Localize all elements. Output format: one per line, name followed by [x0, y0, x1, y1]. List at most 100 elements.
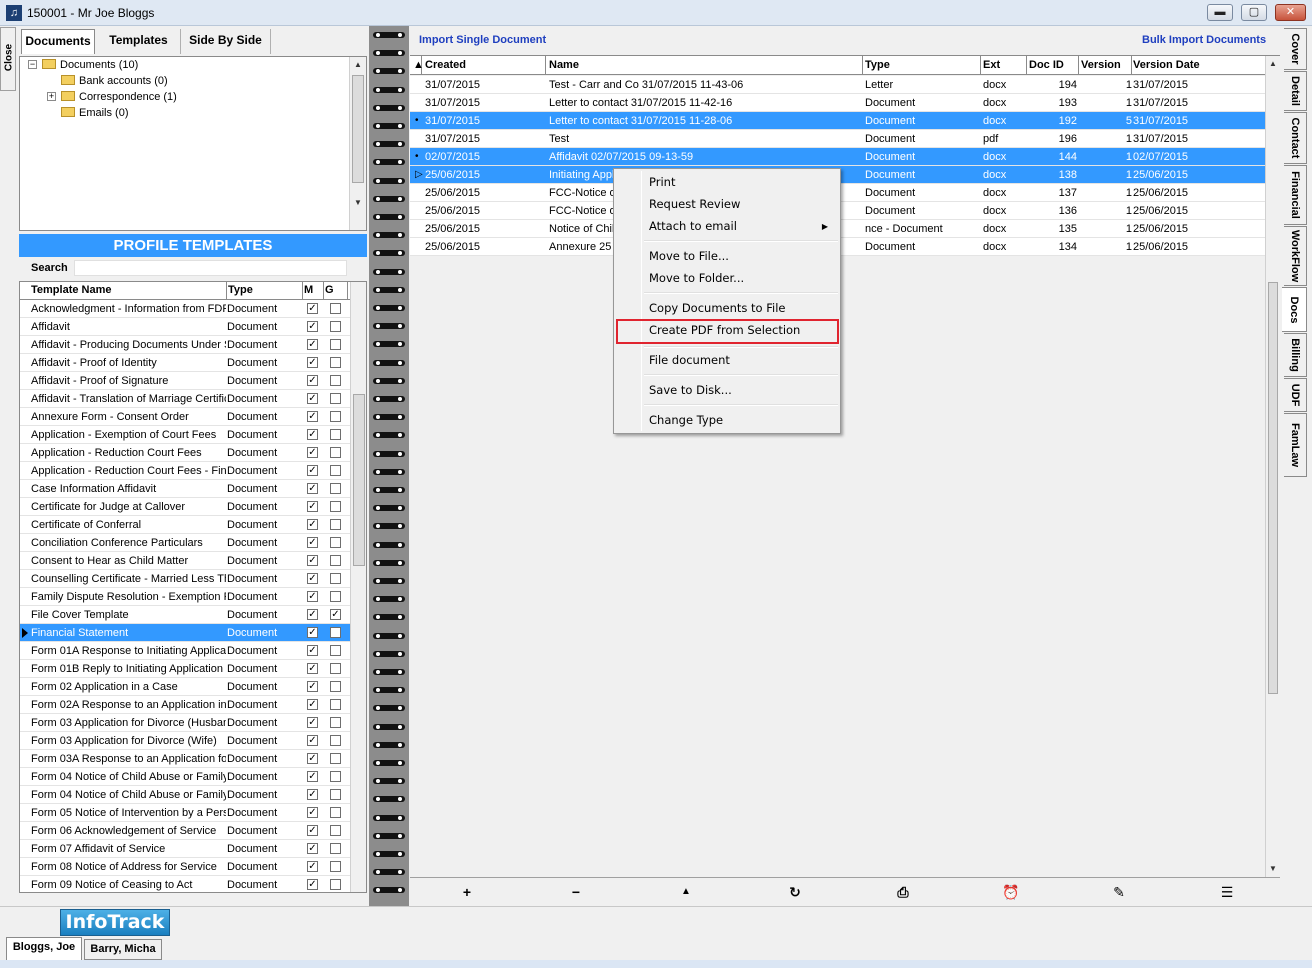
expand-icon[interactable]: + [47, 92, 56, 101]
g-checkbox[interactable] [330, 879, 341, 890]
close-window-button[interactable]: ✕ [1275, 4, 1306, 21]
menu-item-file-document[interactable]: File document [616, 350, 838, 371]
scroll-down-icon[interactable]: ▼ [1266, 861, 1280, 877]
menu-item-move-to-file[interactable]: Move to File... [616, 246, 838, 267]
document-row[interactable]: 31/07/2015 Test Document pdf 196 1 31/07/2015 [410, 130, 1265, 148]
template-row[interactable]: Affidavit - Proof of Signature Document ✓ [20, 372, 350, 390]
m-checkbox[interactable]: ✓ [307, 465, 318, 476]
tree-item-correspondence[interactable]: + Correspondence (1) [47, 89, 177, 105]
template-row[interactable]: Financial Statement Document ✓ [20, 624, 350, 642]
template-row[interactable]: Form 03 Application for Divorce (Wife) Do… [20, 732, 350, 750]
g-checkbox[interactable] [330, 753, 341, 764]
column-ext[interactable]: Ext [980, 56, 1027, 75]
m-checkbox[interactable]: ✓ [307, 483, 318, 494]
documents-scrollbar[interactable]: ▲ ▼ [1265, 56, 1280, 877]
m-checkbox[interactable]: ✓ [307, 555, 318, 566]
scroll-thumb[interactable] [1268, 282, 1278, 694]
document-row[interactable]: 31/07/2015 Letter to contact 31/07/2015 1… [410, 94, 1265, 112]
g-checkbox[interactable] [330, 429, 341, 440]
m-checkbox[interactable]: ✓ [307, 699, 318, 710]
document-row[interactable]: 31/07/2015 Test - Carr and Co 31/07/2015 … [410, 76, 1265, 94]
g-checkbox[interactable] [330, 573, 341, 584]
template-row[interactable]: Form 03A Response to an Application for … [20, 750, 350, 768]
column-created[interactable]: Created [422, 56, 546, 75]
bulk-import-documents-link[interactable]: Bulk Import Documents [1142, 34, 1266, 46]
column-g[interactable]: G [322, 282, 348, 300]
template-row[interactable]: Form 01A Response to Initiating Applicat… [20, 642, 350, 660]
m-checkbox[interactable]: ✓ [307, 411, 318, 422]
m-checkbox[interactable]: ✓ [307, 519, 318, 530]
column-version[interactable]: Version [1078, 56, 1132, 75]
column-m[interactable]: M [301, 282, 324, 300]
tree-item-emails[interactable]: Emails (0) [61, 105, 129, 121]
template-row[interactable]: Affidavit - Proof of Identity Document ✓ [20, 354, 350, 372]
g-checkbox[interactable] [330, 591, 341, 602]
m-checkbox[interactable]: ✓ [307, 447, 318, 458]
tab-docs[interactable]: Docs [1282, 287, 1307, 332]
g-checkbox[interactable] [330, 771, 341, 782]
tree-item-documents[interactable]: − Documents (10) [28, 57, 138, 73]
menu-item-save-to-disk[interactable]: Save to Disk... [616, 380, 838, 401]
column-type[interactable]: Type [225, 282, 303, 300]
m-checkbox[interactable]: ✓ [307, 825, 318, 836]
g-checkbox[interactable] [330, 555, 341, 566]
tab-documents[interactable]: Documents [21, 29, 95, 54]
g-checkbox[interactable] [330, 825, 341, 836]
m-checkbox[interactable]: ✓ [307, 771, 318, 782]
template-row[interactable]: Application - Reduction Court Fees Docume… [20, 444, 350, 462]
g-checkbox[interactable] [330, 393, 341, 404]
g-checkbox[interactable] [330, 465, 341, 476]
column-name[interactable]: Name [546, 56, 863, 75]
g-checkbox[interactable] [330, 645, 341, 656]
template-row[interactable]: Application - Reduction Court Fees - Fin… [20, 462, 350, 480]
template-row[interactable]: Form 07 Affidavit of Service Document ✓ [20, 840, 350, 858]
template-row[interactable]: Affidavit - Translation of Marriage Cert… [20, 390, 350, 408]
close-panel-tab[interactable]: Close [0, 27, 16, 91]
client-tab-barry-micha[interactable]: Barry, Micha [84, 939, 162, 960]
g-checkbox[interactable] [330, 375, 341, 386]
template-row[interactable]: Family Dispute Resolution - Exemption Fo… [20, 588, 350, 606]
tree-item-bank-accounts[interactable]: Bank accounts (0) [61, 73, 168, 89]
g-checkbox[interactable] [330, 411, 341, 422]
column-doc-id[interactable]: Doc ID [1026, 56, 1079, 75]
template-row[interactable]: Form 04 Notice of Child Abuse or Family … [20, 768, 350, 786]
g-checkbox[interactable] [330, 681, 341, 692]
tab-contact[interactable]: Contact [1284, 112, 1307, 164]
m-checkbox[interactable]: ✓ [307, 339, 318, 350]
move-up-icon[interactable]: ▲ [675, 882, 697, 902]
m-checkbox[interactable]: ✓ [307, 645, 318, 656]
tab-detail[interactable]: Detail [1284, 71, 1307, 111]
g-checkbox[interactable] [330, 339, 341, 350]
g-checkbox[interactable] [330, 717, 341, 728]
add-icon[interactable]: + [456, 882, 478, 902]
m-checkbox[interactable]: ✓ [307, 807, 318, 818]
g-checkbox[interactable] [330, 789, 341, 800]
g-checkbox[interactable] [330, 501, 341, 512]
tree-scrollbar[interactable]: ▲ ▼ [349, 57, 366, 230]
tab-side-by-side[interactable]: Side By Side [181, 29, 271, 54]
template-row[interactable]: Case Information Affidavit Document ✓ [20, 480, 350, 498]
m-checkbox[interactable]: ✓ [307, 843, 318, 854]
template-row[interactable]: Form 08 Notice of Address for Service Doc… [20, 858, 350, 876]
tab-workflow[interactable]: WorkFlow [1284, 226, 1307, 286]
template-row[interactable]: Conciliation Conference Particulars Docum… [20, 534, 350, 552]
column-type[interactable]: Type [862, 56, 981, 75]
document-row[interactable]: • 31/07/2015 Letter to contact 31/07/2015 … [410, 112, 1265, 130]
tab-famlaw[interactable]: FamLaw [1284, 413, 1307, 477]
g-checkbox[interactable] [330, 357, 341, 368]
m-checkbox[interactable]: ✓ [307, 609, 318, 620]
template-row[interactable]: Form 01B Reply to Initiating Application… [20, 660, 350, 678]
m-checkbox[interactable]: ✓ [307, 573, 318, 584]
search-input[interactable] [74, 260, 347, 276]
collapse-icon[interactable]: − [28, 60, 37, 69]
m-checkbox[interactable]: ✓ [307, 789, 318, 800]
g-checkbox[interactable] [330, 663, 341, 674]
template-row[interactable]: File Cover Template Document ✓ ✓ [20, 606, 350, 624]
tab-billing[interactable]: Billing [1284, 333, 1307, 377]
g-checkbox[interactable] [330, 807, 341, 818]
client-tab-bloggs-joe[interactable]: Bloggs, Joe [6, 937, 82, 960]
m-checkbox[interactable]: ✓ [307, 321, 318, 332]
m-checkbox[interactable]: ✓ [307, 735, 318, 746]
template-row[interactable]: Application - Exemption of Court Fees Doc… [20, 426, 350, 444]
scroll-thumb[interactable] [353, 394, 365, 566]
